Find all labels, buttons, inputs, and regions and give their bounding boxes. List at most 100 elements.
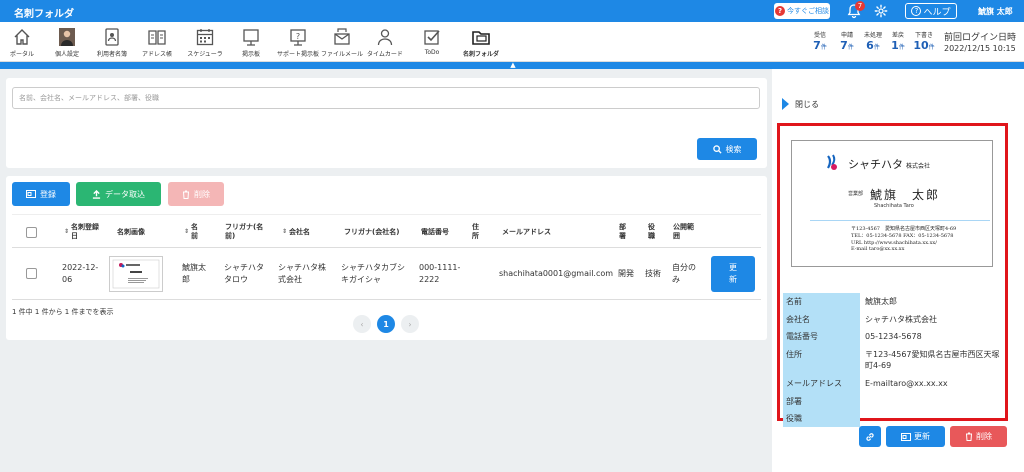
checkbox-icon [424,30,440,45]
header-email: メールアドレス [502,215,572,249]
stat-value: 10 [913,39,929,52]
last-login-label: 前回ログイン日時 [944,33,1017,43]
cell-company-furigana: シャチハタカブシキガイシャ [341,248,411,300]
cell-text: 開発 [618,269,634,279]
id-card-icon [901,432,911,441]
nav-bar: ポータル 個人設定 利用者名簿 アドレス帳 スケジューラ 掲示板 ? サポート掲… [0,22,1024,62]
detail-value: 05-1234-5678 [865,332,922,342]
nav-item-timecard[interactable]: タイムカード [359,25,411,61]
app-title: 名刺フォルダ [14,9,74,20]
help-button[interactable]: ? ヘルプ [905,3,957,19]
register-label: 登録 [40,189,56,199]
close-arrow-icon[interactable] [782,98,789,110]
stat-title: 未処理 [863,32,882,39]
search-input[interactable]: 名前、会社名、メールアドレス、部署、役職 [12,87,760,109]
header-visibility: 公開範囲 [673,215,695,249]
close-button[interactable]: 閉じる [795,99,819,110]
cell-visibility: 自分のみ [672,248,696,300]
card-thumbnail[interactable] [109,256,163,292]
register-button[interactable]: 登録 [12,182,70,206]
stat-title: 受信 [813,32,826,39]
header-name[interactable]: ⇕ 名前 [184,215,214,249]
stat-applied[interactable]: 申請 7件 [836,30,858,52]
update-label: 更新 [729,263,737,284]
detail-row-phone: 電話番号 05-1234-5678 [783,328,1005,346]
nav-item-todo[interactable]: ToDo [406,25,458,61]
consult-button[interactable]: ? 今すぐご相談 [774,3,830,19]
sort-icon: ⇕ [282,228,288,236]
highlight-frame: シャチハタ 株式会社 営業部 鯱旗 太郎 Shachihata Taro 〒123… [777,123,1008,427]
import-button[interactable]: データ取込 [76,182,161,206]
company-logo [827,154,837,170]
top-bar: 名刺フォルダ ? 今すぐご相談 7 ? ヘルプ 鯱旗 太郎 [0,0,1024,22]
nav-label: 名刺フォルダ [462,51,499,58]
stat-value: 1 [891,39,899,52]
cell-position: 技術 [645,248,665,300]
detail-value: E-mailtaro@xx.xx.xx [865,378,948,388]
stat-title: 申請 [840,32,853,39]
pager-current-page[interactable]: 1 [377,315,395,333]
nav-item-scheduler[interactable]: スケジューラ [179,25,231,61]
header-furigana: フリガナ(名前) [225,215,271,249]
cell-text: 000-1111-2222 [419,263,461,284]
detail-update-button[interactable]: 更新 [886,426,945,447]
select-all-checkbox[interactable] [26,226,37,238]
detail-label: 会社名 [783,310,860,329]
header-label: 役職 [648,223,655,240]
support-board-icon: ? [290,29,306,46]
cell-furigana: シャチハタタロウ [224,248,270,300]
timecard-icon [377,29,393,46]
stat-drafts[interactable]: 下書き 10件 [913,30,935,52]
gear-icon[interactable] [874,4,888,18]
search-button[interactable]: 検索 [697,138,757,160]
pager-prev-button[interactable]: ‹ [353,315,371,333]
card-folder-icon [472,31,490,45]
nav-label: 個人設定 [54,51,79,58]
detail-label: 名前 [783,293,860,311]
header-company[interactable]: ⇕ 会社名 [282,215,342,249]
card-thumbnail-image [112,259,160,289]
detail-delete-button[interactable]: 削除 [950,426,1007,447]
address-book-icon [105,28,119,46]
row-checkbox[interactable] [26,268,37,279]
pager-next-button[interactable]: › [401,315,419,333]
nav-item-card-folder[interactable]: 名刺フォルダ [455,25,507,61]
stat-value: 6 [866,39,874,52]
card-divider [810,220,990,221]
trash-icon [183,190,189,199]
search-label: 検索 [725,144,742,154]
chevron-up-icon[interactable]: ▲ [508,62,518,69]
link-button[interactable] [859,426,881,447]
select-all-cell [26,215,37,249]
detail-value: 〒123-4567愛知県名古屋市西区天塚町4-69 [865,349,1000,371]
update-label: 更新 [914,432,930,441]
row-update-button[interactable]: 更新 [711,256,755,292]
detail-row-department: 部署 [783,392,1005,410]
card-roman-name: Shachihata Taro [874,203,914,209]
bulk-delete-button[interactable]: 削除 [168,182,224,206]
card-address: 〒123-4567 愛知県名古屋市西区天塚町4-69 [851,226,957,232]
link-icon [866,432,874,441]
card-company-name: シャチハタ [848,158,903,171]
stat-unprocessed[interactable]: 未処理 6件 [862,30,884,52]
user-name[interactable]: 鯱旗 太郎 [978,6,1013,17]
help-label: ヘルプ [923,7,951,18]
nav-label: ポータル [9,51,34,58]
detail-value [860,393,1005,410]
last-login-time: 2022/12/15 10:15 [944,44,1016,53]
table-row[interactable]: 2022-12-06 鯱旗太郎 シャチハタタロウ シャチハタ株式会社 シャチハタ… [12,248,761,300]
stat-received[interactable]: 受信 7件 [809,30,831,52]
nav-item-address-book[interactable]: アドレス帳 [131,25,183,61]
cell-text: 自分のみ [672,263,696,284]
header-registered-date[interactable]: ⇕ 名刺登録日 [64,215,108,249]
upload-icon [92,189,101,199]
cell-text: 2022-12-06 [62,263,99,284]
detail-label: 部署 [783,392,860,410]
stat-returned[interactable]: 差戻 1件 [887,30,909,52]
header-label: 住所 [472,223,479,240]
header-label: フリガナ(名前) [225,223,264,240]
nav-label: 掲示板 [241,51,260,58]
stat-value: 7 [813,39,821,52]
consult-label: 今すぐご相談 [787,7,829,15]
nav-item-bulletin-board[interactable]: 掲示板 [225,25,277,61]
